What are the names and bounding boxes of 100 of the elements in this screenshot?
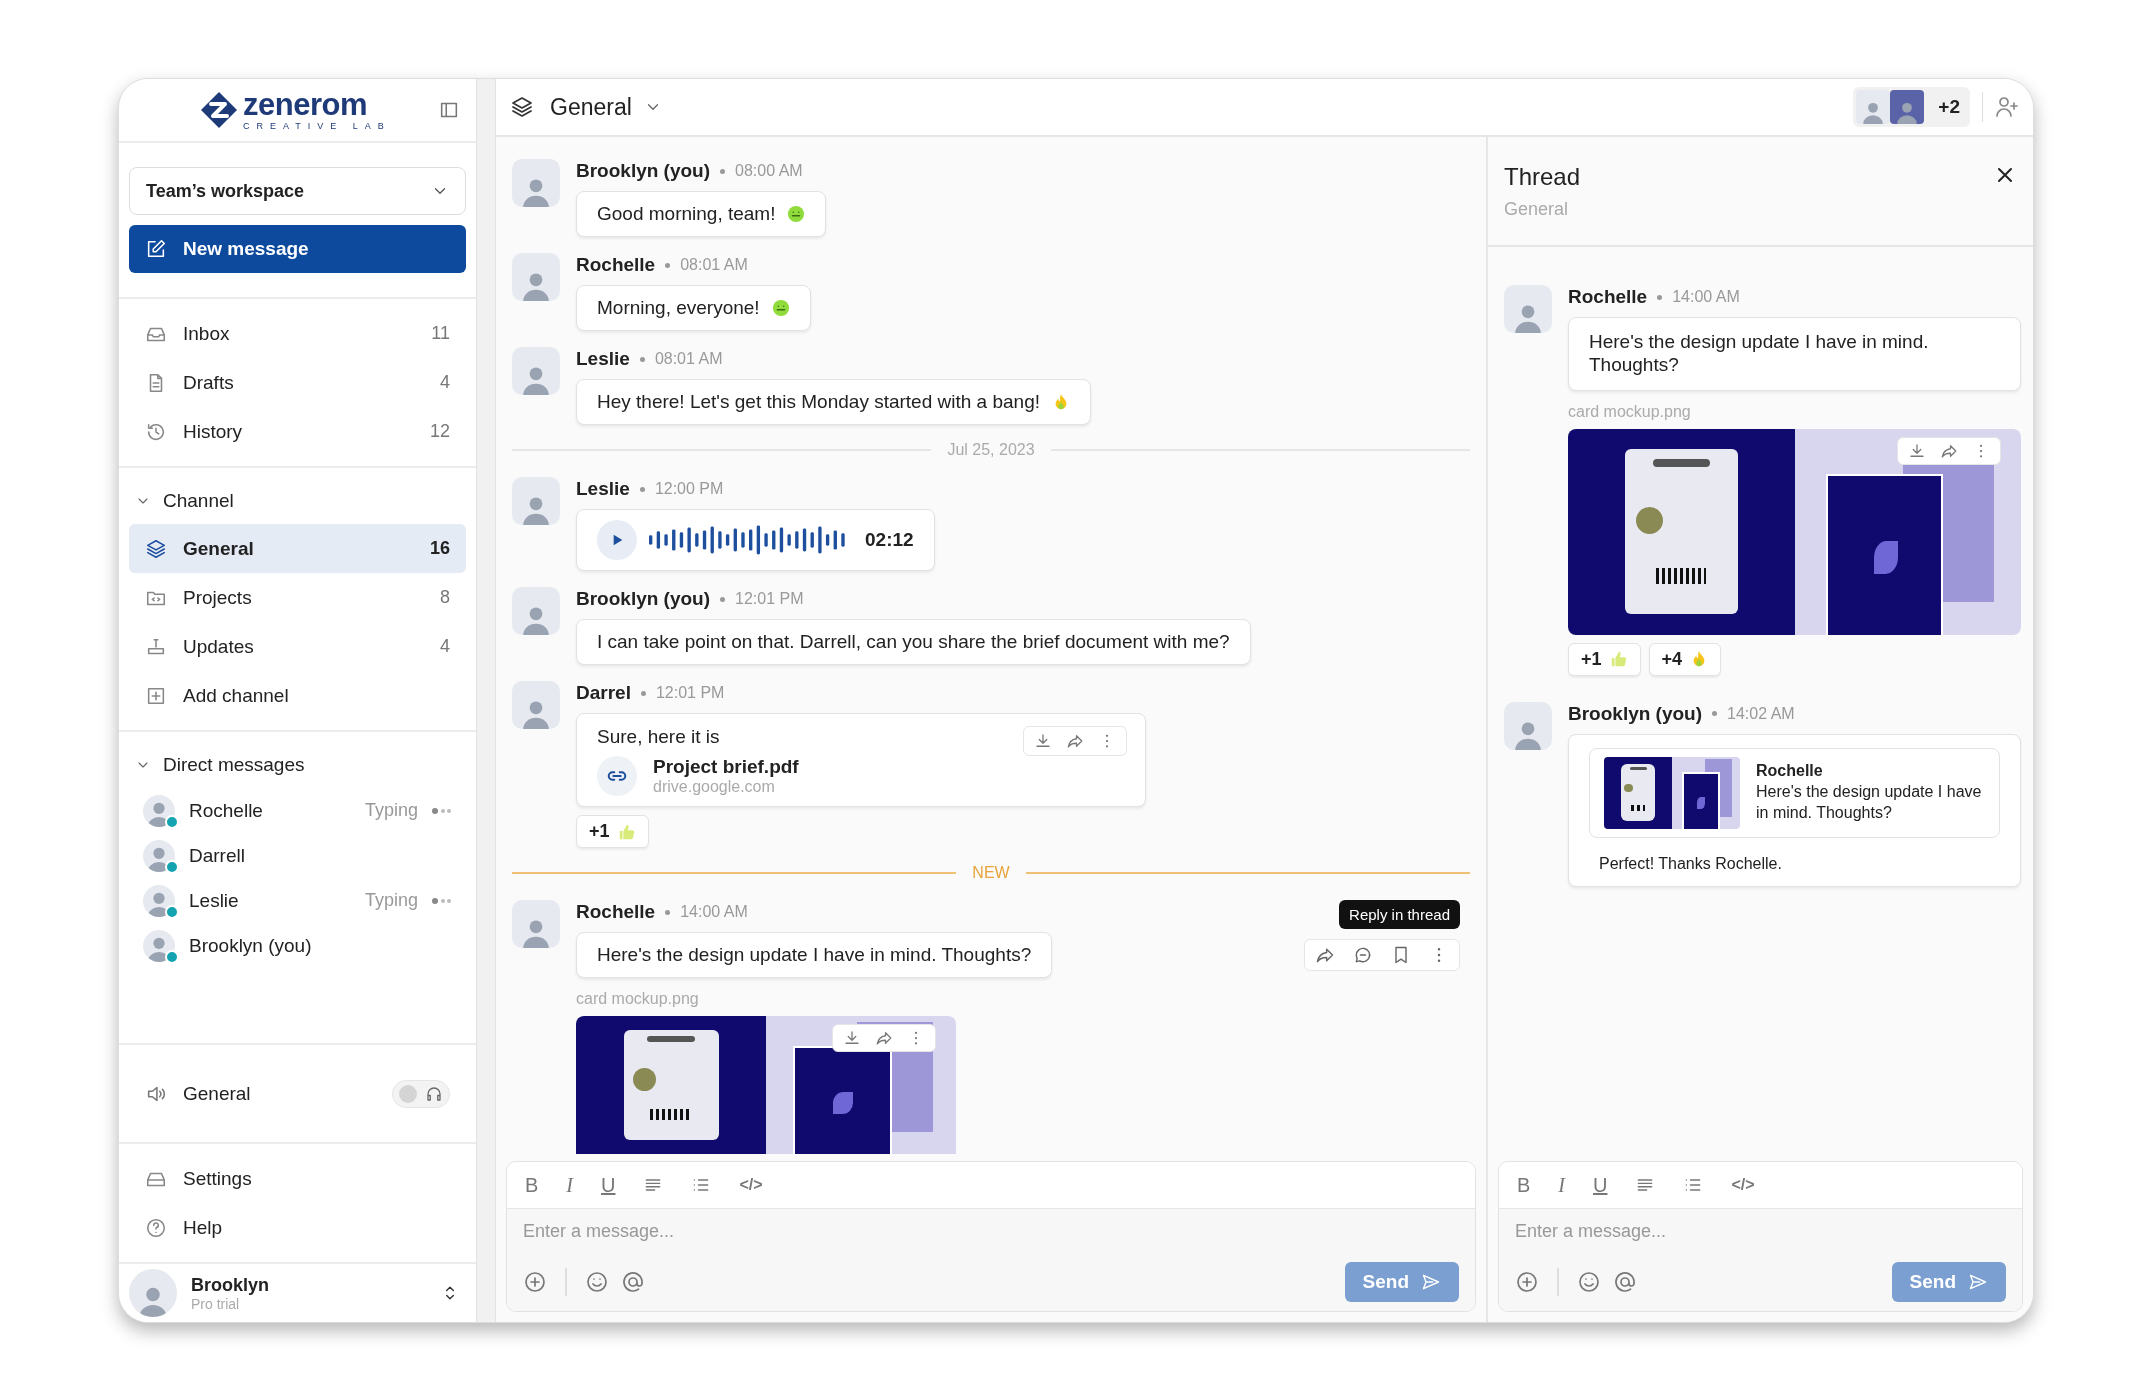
italic-format-button[interactable]: I (566, 1173, 573, 1197)
new-message-button[interactable]: New message (129, 225, 466, 273)
avatar (512, 347, 560, 395)
add-channel-item[interactable]: Add channel (129, 671, 466, 720)
code-format-button[interactable]: </> (739, 1176, 763, 1194)
help-icon (145, 1216, 167, 1239)
avatar (143, 884, 175, 917)
code-format-button[interactable]: </> (1731, 1176, 1755, 1194)
message-text: Hey there! Let's get this Monday started with a bang! (597, 391, 1040, 413)
avatar (512, 477, 560, 525)
direct-message-item[interactable]: Darrell (129, 833, 466, 878)
smile-emoji-icon (787, 205, 806, 223)
member-group[interactable]: +2 (1853, 87, 1970, 127)
direct-message-item[interactable]: Leslie Typing (129, 878, 466, 923)
typing-dots-icon (432, 896, 452, 905)
direct-message-item[interactable]: Rochelle Typing (129, 788, 466, 833)
author-name: Rochelle (576, 901, 656, 923)
message-time: 14:00 AM (1672, 288, 1740, 306)
share-icon[interactable] (1066, 732, 1084, 750)
voice-channel-label: General (183, 1082, 252, 1105)
download-icon[interactable] (1034, 732, 1052, 750)
share-icon[interactable] (875, 1029, 893, 1047)
direct-messages-header[interactable]: Direct messages (129, 742, 466, 788)
nav-item[interactable]: Drafts 4 (129, 358, 466, 407)
file-source: drive.google.com (653, 778, 776, 796)
add-icon[interactable] (523, 1270, 547, 1294)
nav-item[interactable]: Inbox 11 (129, 309, 466, 358)
send-icon (1968, 1272, 1988, 1292)
emoji-icon[interactable] (585, 1270, 609, 1294)
typing-status: Typing (364, 800, 418, 821)
underline-format-button[interactable]: U (1593, 1173, 1608, 1197)
message-input[interactable]: Enter a message... (1499, 1209, 2022, 1253)
nav-item[interactable]: History 12 (129, 407, 466, 456)
message-time: 08:01 AM (680, 256, 748, 274)
channel-section-header[interactable]: Channel (129, 478, 466, 524)
mention-icon[interactable] (1613, 1270, 1637, 1294)
direct-message-item[interactable]: Brooklyn (you) (129, 923, 466, 968)
play-button[interactable] (597, 520, 637, 560)
user-avatar (129, 1269, 177, 1317)
layers-icon (510, 95, 534, 119)
avatar (512, 253, 560, 301)
workspace-dropdown[interactable]: Team’s workspace (129, 167, 466, 215)
footer-nav-item[interactable]: Settings (129, 1154, 466, 1203)
thumbs-up-emoji-icon (1609, 650, 1628, 669)
typing-status: Typing (364, 890, 418, 911)
logo-mark-icon (199, 90, 239, 130)
message-time: 14:00 AM (680, 903, 748, 921)
user-plan: Pro trial (191, 1295, 241, 1312)
smile-emoji-icon (771, 299, 790, 317)
thumbs-up-emoji-icon (617, 822, 636, 841)
headphones-icon (425, 1084, 443, 1103)
avatar (512, 587, 560, 635)
message-bubble: Here's the design update I have in mind. Thoughts? (1568, 317, 2021, 391)
avatar (1890, 90, 1925, 124)
emoji-icon[interactable] (1577, 1270, 1601, 1294)
message-time: 08:01 AM (654, 350, 723, 368)
message-input[interactable]: Enter a message... (507, 1209, 1475, 1253)
message-time: 14:02 AM (1727, 704, 1795, 723)
italic-format-button[interactable]: I (1558, 1173, 1565, 1197)
message-text: Here's the design update I have in mind. Thoughts? (597, 944, 1032, 966)
underline-format-button[interactable]: U (601, 1173, 616, 1197)
footer-nav-item[interactable]: Help (129, 1203, 466, 1252)
avatar (1856, 90, 1891, 124)
more-members-count: +2 (1938, 96, 1960, 118)
avatar (143, 929, 175, 962)
add-icon[interactable] (1515, 1270, 1539, 1294)
avatar (143, 839, 175, 872)
message-text: Good morning, team! (597, 203, 776, 225)
avatar (1504, 285, 1552, 333)
avatar (512, 900, 560, 948)
channel-title[interactable]: General (550, 93, 632, 121)
tooltip: Reply in thread (1339, 900, 1460, 929)
message-text: Morning, everyone! (597, 297, 760, 319)
link-icon (597, 756, 637, 796)
bold-format-button[interactable]: B (525, 1173, 539, 1197)
author-name: Rochelle (1568, 286, 1648, 308)
channel-item[interactable]: General 16 (129, 524, 466, 573)
audio-duration: 02:12 (865, 529, 914, 551)
thread-channel: General (1504, 199, 1570, 220)
channel-item[interactable]: Updates 4 (129, 622, 466, 671)
author-name: Leslie (576, 478, 630, 500)
author-name: Darrel (576, 682, 631, 704)
comment-icon[interactable] (1353, 945, 1373, 965)
compose-icon (145, 238, 167, 260)
quoted-text: Here's the design update I have in mind. Thoughts? (1756, 782, 1983, 823)
reaction-chip[interactable]: +1 (576, 815, 649, 848)
voice-toggle[interactable] (392, 1079, 450, 1108)
reaction-chip[interactable]: +1 (1568, 642, 1641, 676)
attachment-name: card mockup.png (1568, 402, 1692, 421)
thread-title: Thread (1504, 163, 1581, 191)
download-icon[interactable] (843, 1029, 861, 1047)
bold-format-button[interactable]: B (1517, 1173, 1531, 1197)
author-name: Rochelle (576, 254, 656, 276)
reaction-chip[interactable]: +4 (1648, 642, 1722, 676)
mention-icon[interactable] (621, 1270, 645, 1294)
channel-item[interactable]: Projects 8 (129, 573, 466, 622)
message-time: 12:01 PM (735, 590, 804, 608)
quoted-message[interactable]: Rochelle Here's the design update I have in mind. Thoughts? (1589, 747, 2000, 838)
add-user-icon[interactable] (1995, 95, 2019, 119)
file-name[interactable]: Project brief.pdf (653, 756, 799, 778)
